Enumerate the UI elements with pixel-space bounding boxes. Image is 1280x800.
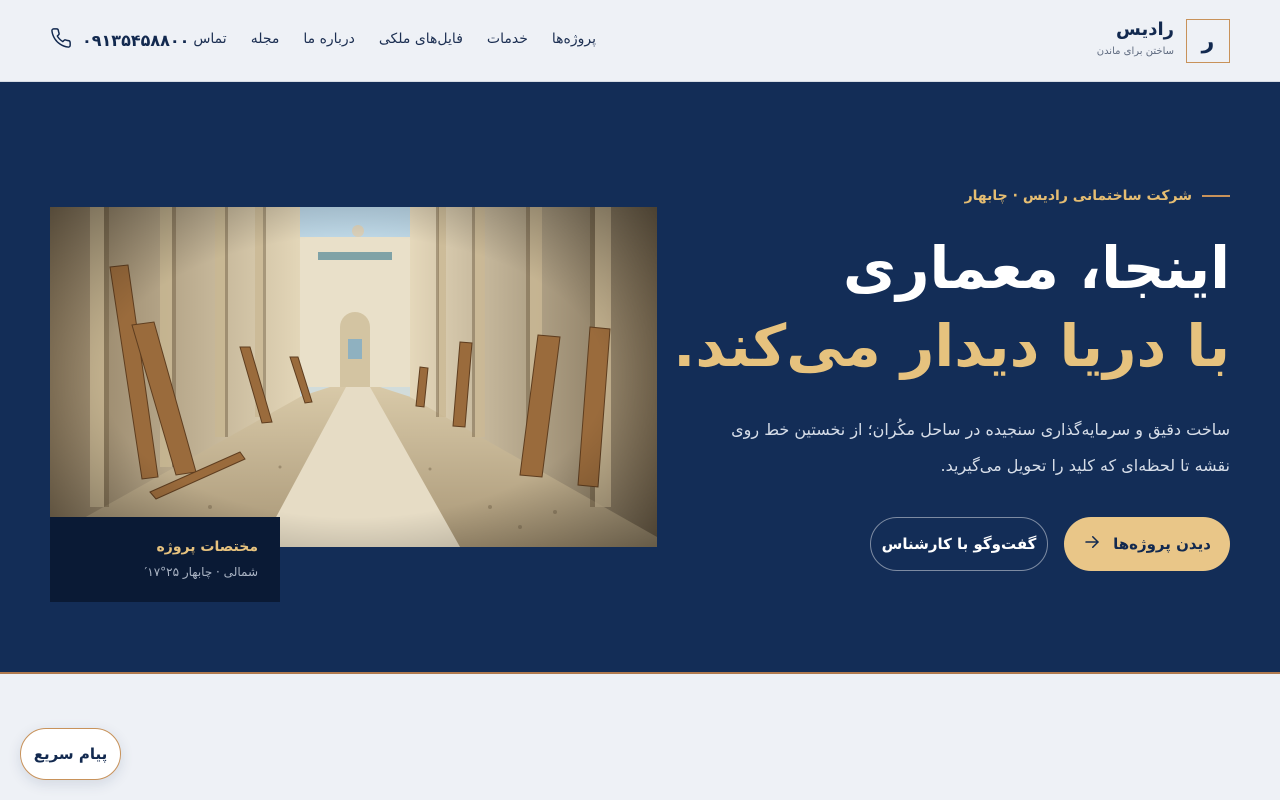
view-projects-button[interactable]: دیدن پروژه‌ها xyxy=(1064,517,1230,571)
phone-icon xyxy=(50,27,72,53)
nav-item-services[interactable]: خدمات xyxy=(487,29,528,49)
hero-eyebrow: شرکت ساختمانی رادیس · چابهار xyxy=(965,188,1230,204)
coordinates-title: مختصات پروژه xyxy=(156,539,258,555)
eyebrow-line xyxy=(1202,195,1230,197)
project-coordinates-card: مختصات پروژه شمالی · چابهار ۲۵°۱۷′ xyxy=(50,517,280,602)
phone-link[interactable]: ۰۹۱۳۵۴۵۸۸۰۰ xyxy=(50,27,189,53)
brand: رادیس ساختن برای ماندن xyxy=(1097,18,1174,59)
quick-message-label: پیام سریع xyxy=(33,745,108,763)
hero-title-line2: با دریا دیدار می‌کند. xyxy=(673,312,1230,380)
view-projects-label: دیدن پروژه‌ها xyxy=(1113,535,1211,553)
hero-divider xyxy=(0,672,1280,674)
hero-image xyxy=(50,207,657,547)
site-header: ر رادیس ساختن برای ماندن پروژه‌ها خدمات … xyxy=(0,0,1280,82)
nav-item-contact[interactable]: تماس xyxy=(193,29,226,49)
hero-description: ساخت دقیق و سرمایه‌گذاری سنجیده در ساحل … xyxy=(731,420,1230,475)
nav-item-magazine[interactable]: مجله xyxy=(251,29,280,49)
coordinates-value: شمالی · چابهار ۲۵°۱۷′ xyxy=(144,565,258,579)
talk-to-expert-button[interactable]: گفت‌وگو با کارشناس xyxy=(870,517,1048,571)
quick-message-button[interactable]: پیام سریع xyxy=(20,728,121,780)
construction-corridor-illustration xyxy=(50,207,657,547)
eyebrow-text: شرکت ساختمانی رادیس · چابهار xyxy=(964,188,1192,204)
main-nav: پروژه‌ها خدمات فایل‌های ملکی درباره ما م… xyxy=(193,29,596,49)
phone-number: ۰۹۱۳۵۴۵۸۸۰۰ xyxy=(82,30,190,50)
nav-item-about[interactable]: درباره ما xyxy=(303,29,354,49)
arrow-right-icon xyxy=(1083,533,1101,555)
brand-name: رادیس xyxy=(1116,19,1174,40)
nav-item-property-files[interactable]: فایل‌های ملکی xyxy=(379,29,463,49)
hero-title-line1: اینجا، معماری xyxy=(843,234,1230,302)
nav-item-projects[interactable]: پروژه‌ها xyxy=(552,29,596,49)
brand-tagline: ساختن برای ماندن xyxy=(1096,46,1174,57)
logo[interactable]: ر xyxy=(1186,19,1230,63)
talk-to-expert-label: گفت‌وگو با کارشناس xyxy=(881,535,1037,553)
